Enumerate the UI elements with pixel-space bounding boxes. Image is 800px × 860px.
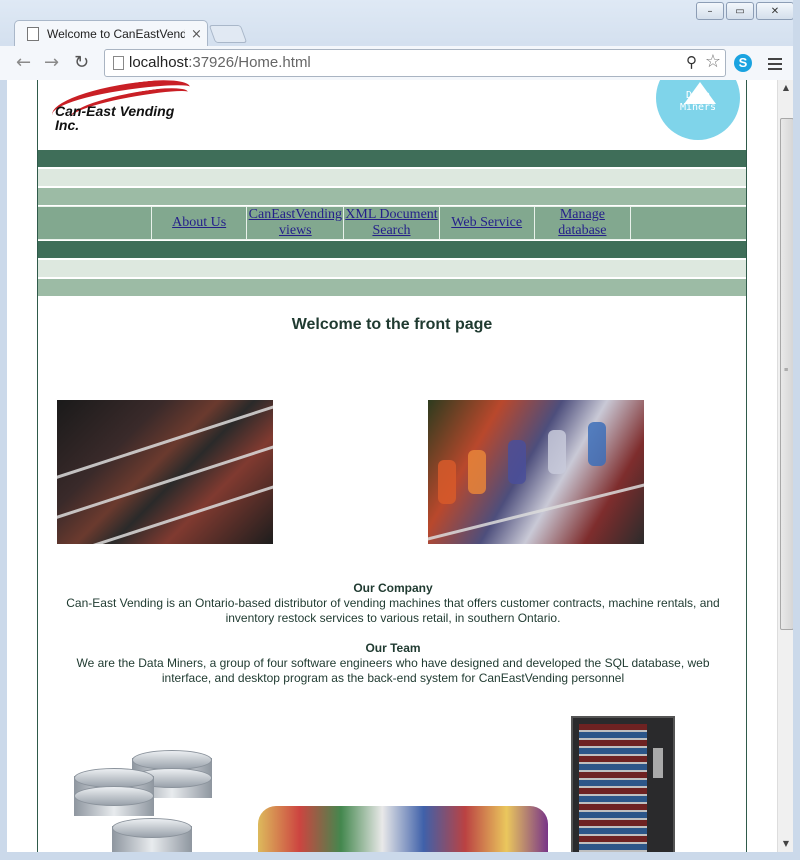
close-window-button[interactable]: ✕ <box>756 2 794 20</box>
snack-machine-photo <box>57 400 273 544</box>
header-band-dark <box>38 150 746 167</box>
address-bar[interactable]: localhost:37926/Home.html ⚲ ☆ <box>104 49 726 77</box>
our-company-heading: Our Company <box>353 581 433 595</box>
nav-item-views[interactable]: CanEastVending views <box>247 207 345 239</box>
menu-icon[interactable] <box>768 56 782 73</box>
main-nav: About Us CanEastVending views XML Docume… <box>38 206 746 240</box>
page-icon <box>27 27 39 41</box>
nav-item-manage-database[interactable]: Manage database <box>535 207 631 239</box>
can-east-logo-text: Can-East Vending Inc. <box>55 103 175 133</box>
scroll-up-icon[interactable]: ▲ <box>778 80 794 96</box>
back-arrow-icon[interactable]: ← <box>16 52 31 73</box>
reload-icon[interactable]: ↻ <box>74 52 89 73</box>
browser-chrome: – ▭ ✕ Welcome to CanEastVend × ← → ↻ loc… <box>0 0 800 81</box>
scroll-down-icon[interactable]: ▼ <box>778 836 794 852</box>
bookmark-star-icon[interactable]: ☆ <box>705 51 721 72</box>
footer-band-dark <box>38 241 746 258</box>
page-container: Can-East Vending Inc. Data Miners About U… <box>37 80 747 852</box>
footer-band-mid <box>38 279 746 296</box>
search-icon[interactable]: ⚲ <box>686 53 697 71</box>
drink-machine-photo <box>428 400 644 544</box>
page-title: Welcome to the front page <box>291 316 493 333</box>
new-tab-button[interactable] <box>208 25 248 43</box>
header-band-light <box>38 169 746 186</box>
url-text[interactable]: localhost:37926/Home.html <box>129 54 311 71</box>
nav-item-web-service[interactable]: Web Service <box>440 207 535 239</box>
minimize-button[interactable]: – <box>696 2 724 20</box>
our-company-text: Can-East Vending is an Ontario-based dis… <box>66 596 720 625</box>
our-team-heading: Our Team <box>365 641 421 655</box>
close-tab-icon[interactable]: × <box>191 27 202 42</box>
browser-tab[interactable]: Welcome to CanEastVend × <box>14 20 208 47</box>
nav-link-xml-search[interactable]: XML Document Search <box>344 207 438 239</box>
data-miners-logo: Data Miners <box>654 80 744 140</box>
our-team-section: Our Team We are the Data Miners, a group… <box>58 641 728 686</box>
nav-item-about-us[interactable]: About Us <box>152 207 248 239</box>
maximize-button[interactable]: ▭ <box>726 2 754 20</box>
page-info-icon <box>113 56 124 70</box>
nav-item-xml-search[interactable]: XML Document Search <box>344 207 440 239</box>
skype-icon[interactable]: S <box>734 54 752 72</box>
snack-products-graphic <box>258 806 548 852</box>
browser-toolbar: ← → ↻ localhost:37926/Home.html ⚲ ☆ <box>0 46 800 81</box>
header-band-mid <box>38 188 746 205</box>
our-company-section: Our Company Can-East Vending is an Ontar… <box>58 581 728 626</box>
vending-machine-graphic <box>571 716 675 852</box>
footer-band-light <box>38 260 746 277</box>
scroll-thumb[interactable]: ≡ <box>780 118 794 630</box>
page-viewport: Can-East Vending Inc. Data Miners About U… <box>7 80 777 852</box>
nav-link-views[interactable]: CanEastVending views <box>247 207 343 239</box>
nav-link-web-service[interactable]: Web Service <box>451 215 522 231</box>
window-frame-right <box>793 0 800 860</box>
nav-spacer-left <box>38 207 153 239</box>
database-graphic <box>72 748 222 852</box>
nav-link-manage-database[interactable]: Manage database <box>535 207 630 239</box>
vertical-scrollbar[interactable]: ▲ ≡ ▼ <box>777 80 794 852</box>
nav-link-about-us[interactable]: About Us <box>172 215 226 231</box>
window-controls: – ▭ ✕ <box>696 2 794 20</box>
forward-arrow-icon[interactable]: → <box>44 52 59 73</box>
can-east-logo: Can-East Vending Inc. <box>39 80 196 146</box>
window-frame-left <box>0 80 7 860</box>
tab-title: Welcome to CanEastVend <box>47 27 185 41</box>
window-frame-bottom <box>0 852 800 860</box>
nav-spacer-right <box>631 207 746 239</box>
our-team-text: We are the Data Miners, a group of four … <box>76 656 710 685</box>
